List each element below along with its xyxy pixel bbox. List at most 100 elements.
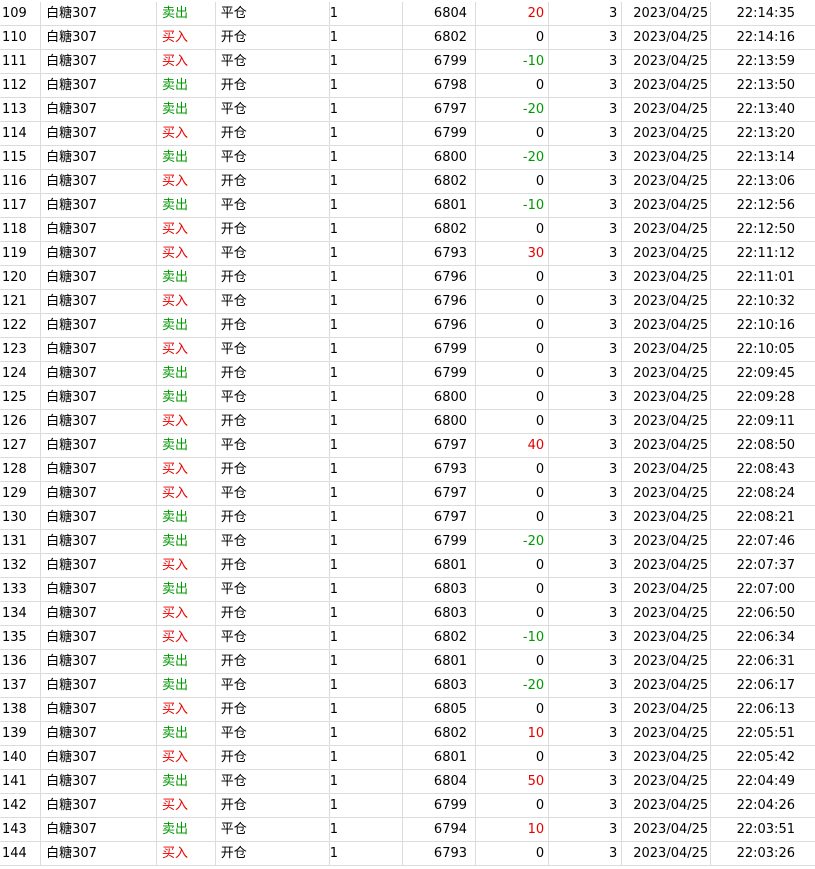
offset-type-cell[interactable]: 平仓 bbox=[216, 578, 330, 601]
trade-date-cell[interactable]: 2023/04/25 bbox=[622, 722, 711, 745]
price-cell[interactable]: 6804 bbox=[403, 2, 477, 25]
row-index-cell[interactable]: 111 bbox=[0, 50, 42, 73]
profit-loss-cell[interactable]: 0 bbox=[476, 290, 550, 313]
contract-name-cell[interactable]: 白糖307 bbox=[41, 554, 158, 577]
direction-cell[interactable]: 买入 bbox=[157, 458, 216, 481]
offset-type-cell[interactable]: 开仓 bbox=[216, 170, 330, 193]
price-cell[interactable]: 6793 bbox=[403, 242, 477, 265]
row-index-cell[interactable]: 143 bbox=[0, 818, 42, 841]
direction-cell[interactable]: 卖出 bbox=[157, 578, 216, 601]
row-index-cell[interactable]: 110 bbox=[0, 26, 42, 49]
trade-time-cell[interactable]: 22:08:21 bbox=[711, 506, 815, 529]
fee-cell[interactable]: 3 bbox=[549, 794, 623, 817]
price-cell[interactable]: 6802 bbox=[403, 722, 477, 745]
offset-type-cell[interactable]: 开仓 bbox=[216, 122, 330, 145]
profit-loss-cell[interactable]: 0 bbox=[476, 698, 550, 721]
row-index-cell[interactable]: 116 bbox=[0, 170, 42, 193]
contract-name-cell[interactable]: 白糖307 bbox=[41, 458, 158, 481]
fee-cell[interactable]: 3 bbox=[549, 74, 623, 97]
price-cell[interactable]: 6797 bbox=[403, 482, 477, 505]
trade-date-cell[interactable]: 2023/04/25 bbox=[622, 578, 711, 601]
contract-name-cell[interactable]: 白糖307 bbox=[41, 50, 158, 73]
direction-cell[interactable]: 卖出 bbox=[157, 770, 216, 793]
fee-cell[interactable]: 3 bbox=[549, 770, 623, 793]
trade-time-cell[interactable]: 22:07:37 bbox=[711, 554, 815, 577]
fee-cell[interactable]: 3 bbox=[549, 722, 623, 745]
volume-cell[interactable]: 1 bbox=[330, 146, 403, 169]
trade-date-cell[interactable]: 2023/04/25 bbox=[622, 218, 711, 241]
volume-cell[interactable]: 1 bbox=[330, 26, 403, 49]
contract-name-cell[interactable]: 白糖307 bbox=[41, 770, 158, 793]
fee-cell[interactable]: 3 bbox=[549, 122, 623, 145]
contract-name-cell[interactable]: 白糖307 bbox=[41, 2, 158, 25]
trade-time-cell[interactable]: 22:10:05 bbox=[711, 338, 815, 361]
table-row[interactable]: 125 白糖307 卖出 平仓 1 6800 0 3 2023/04/25 22:09:28 bbox=[0, 386, 815, 410]
volume-cell[interactable]: 1 bbox=[330, 458, 403, 481]
table-row[interactable]: 114 白糖307 买入 开仓 1 6799 0 3 2023/04/25 22:13:20 bbox=[0, 122, 815, 146]
direction-cell[interactable]: 卖出 bbox=[157, 98, 216, 121]
profit-loss-cell[interactable]: 0 bbox=[476, 170, 550, 193]
table-row[interactable]: 129 白糖307 买入 平仓 1 6797 0 3 2023/04/25 22:08:24 bbox=[0, 482, 815, 506]
contract-name-cell[interactable]: 白糖307 bbox=[41, 266, 158, 289]
offset-type-cell[interactable]: 开仓 bbox=[216, 554, 330, 577]
direction-cell[interactable]: 卖出 bbox=[157, 314, 216, 337]
contract-name-cell[interactable]: 白糖307 bbox=[41, 842, 158, 865]
direction-cell[interactable]: 买入 bbox=[157, 410, 216, 433]
volume-cell[interactable]: 1 bbox=[330, 554, 403, 577]
price-cell[interactable]: 6797 bbox=[403, 434, 477, 457]
row-index-cell[interactable]: 127 bbox=[0, 434, 42, 457]
fee-cell[interactable]: 3 bbox=[549, 746, 623, 769]
table-row[interactable]: 110 白糖307 买入 开仓 1 6802 0 3 2023/04/25 22:14:16 bbox=[0, 26, 815, 50]
trade-date-cell[interactable]: 2023/04/25 bbox=[622, 146, 711, 169]
profit-loss-cell[interactable]: 0 bbox=[476, 338, 550, 361]
trade-time-cell[interactable]: 22:13:40 bbox=[711, 98, 815, 121]
trade-time-cell[interactable]: 22:14:16 bbox=[711, 26, 815, 49]
fee-cell[interactable]: 3 bbox=[549, 578, 623, 601]
fee-cell[interactable]: 3 bbox=[549, 674, 623, 697]
trade-time-cell[interactable]: 22:06:34 bbox=[711, 626, 815, 649]
contract-name-cell[interactable]: 白糖307 bbox=[41, 290, 158, 313]
profit-loss-cell[interactable]: 50 bbox=[476, 770, 550, 793]
direction-cell[interactable]: 卖出 bbox=[157, 146, 216, 169]
direction-cell[interactable]: 卖出 bbox=[157, 722, 216, 745]
contract-name-cell[interactable]: 白糖307 bbox=[41, 506, 158, 529]
trade-date-cell[interactable]: 2023/04/25 bbox=[622, 770, 711, 793]
table-row[interactable]: 117 白糖307 卖出 平仓 1 6801 -10 3 2023/04/25 22:12:56 bbox=[0, 194, 815, 218]
direction-cell[interactable]: 买入 bbox=[157, 482, 216, 505]
trade-date-cell[interactable]: 2023/04/25 bbox=[622, 554, 711, 577]
fee-cell[interactable]: 3 bbox=[549, 434, 623, 457]
price-cell[interactable]: 6801 bbox=[403, 746, 477, 769]
row-index-cell[interactable]: 115 bbox=[0, 146, 42, 169]
price-cell[interactable]: 6800 bbox=[403, 386, 477, 409]
trade-time-cell[interactable]: 22:11:12 bbox=[711, 242, 815, 265]
profit-loss-cell[interactable]: 20 bbox=[476, 2, 550, 25]
row-index-cell[interactable]: 134 bbox=[0, 602, 42, 625]
contract-name-cell[interactable]: 白糖307 bbox=[41, 314, 158, 337]
row-index-cell[interactable]: 113 bbox=[0, 98, 42, 121]
fee-cell[interactable]: 3 bbox=[549, 602, 623, 625]
fee-cell[interactable]: 3 bbox=[549, 818, 623, 841]
fee-cell[interactable]: 3 bbox=[549, 698, 623, 721]
row-index-cell[interactable]: 144 bbox=[0, 842, 42, 865]
row-index-cell[interactable]: 124 bbox=[0, 362, 42, 385]
direction-cell[interactable]: 卖出 bbox=[157, 362, 216, 385]
trade-date-cell[interactable]: 2023/04/25 bbox=[622, 482, 711, 505]
row-index-cell[interactable]: 133 bbox=[0, 578, 42, 601]
direction-cell[interactable]: 卖出 bbox=[157, 74, 216, 97]
contract-name-cell[interactable]: 白糖307 bbox=[41, 410, 158, 433]
trade-date-cell[interactable]: 2023/04/25 bbox=[622, 26, 711, 49]
offset-type-cell[interactable]: 平仓 bbox=[216, 722, 330, 745]
volume-cell[interactable]: 1 bbox=[330, 314, 403, 337]
contract-name-cell[interactable]: 白糖307 bbox=[41, 578, 158, 601]
volume-cell[interactable]: 1 bbox=[330, 74, 403, 97]
row-index-cell[interactable]: 120 bbox=[0, 266, 42, 289]
volume-cell[interactable]: 1 bbox=[330, 266, 403, 289]
contract-name-cell[interactable]: 白糖307 bbox=[41, 698, 158, 721]
offset-type-cell[interactable]: 平仓 bbox=[216, 2, 330, 25]
table-row[interactable]: 141 白糖307 卖出 平仓 1 6804 50 3 2023/04/25 22:04:49 bbox=[0, 770, 815, 794]
direction-cell[interactable]: 买入 bbox=[157, 122, 216, 145]
trade-date-cell[interactable]: 2023/04/25 bbox=[622, 2, 711, 25]
row-index-cell[interactable]: 135 bbox=[0, 626, 42, 649]
trade-time-cell[interactable]: 22:04:49 bbox=[711, 770, 815, 793]
fee-cell[interactable]: 3 bbox=[549, 554, 623, 577]
